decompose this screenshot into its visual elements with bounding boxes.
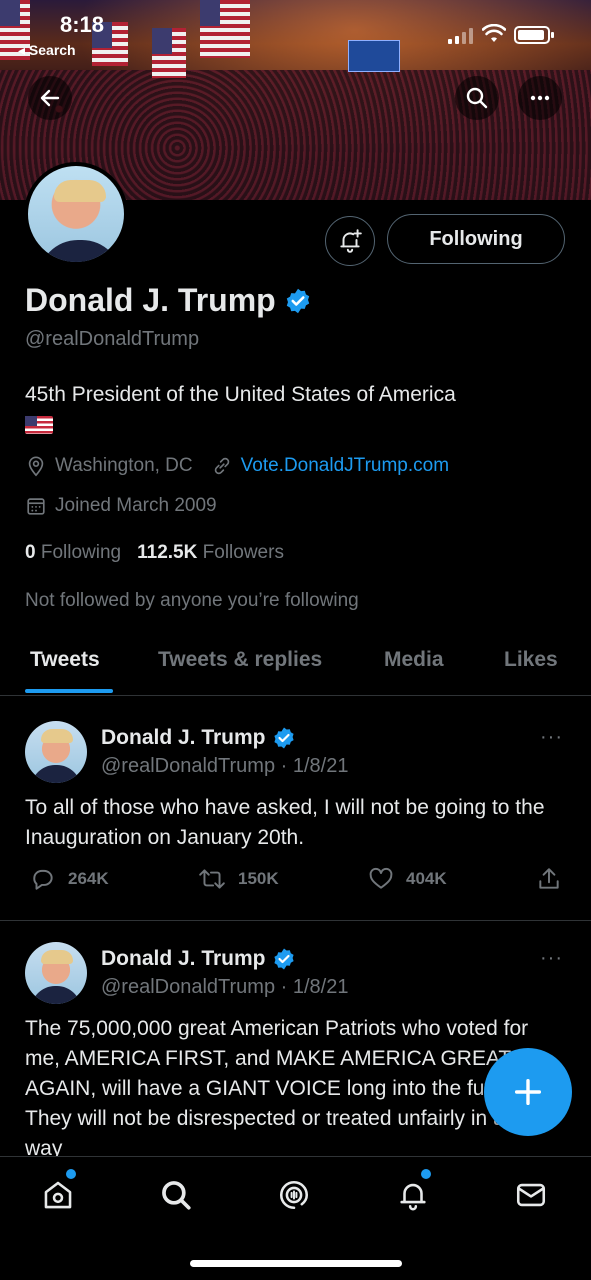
battery-icon [514,26,554,44]
heart-icon [369,867,393,889]
arrow-left-icon [40,89,60,107]
profile-bio-text: 45th President of the United States of A… [25,383,456,406]
tweet-actions: 264K 150K 404K [0,866,591,896]
tweet-more-button[interactable]: ··· [540,947,563,970]
more-icon [530,95,550,101]
profile-bio: 45th President of the United States of A… [25,380,570,443]
tweet-handle-date: @realDonaldTrump · 1/8/21 [101,755,349,777]
calendar-icon [27,498,45,515]
notifications-icon [400,1183,426,1211]
nav-messages[interactable] [511,1175,551,1215]
share-icon [539,868,559,889]
reply-button[interactable]: 264K [30,866,109,892]
tweet-avatar[interactable] [25,721,87,783]
follow-counts: 0 Following 112.5K Followers [25,542,284,564]
following-count-link[interactable]: 0 Following [25,542,121,564]
tab-tweets[interactable]: Tweets [30,648,100,672]
profile-website-link[interactable]: Vote.DonaldJTrump.com [241,455,449,477]
wifi-icon [482,24,506,44]
verified-badge-icon [273,727,294,749]
followers-count-link[interactable]: 112.5K Followers [137,542,284,564]
bell-plus-icon [340,229,362,253]
tweet-author[interactable]: Donald J. Trump [101,947,296,971]
notifications-unread-dot [421,1169,431,1179]
following-button[interactable]: Following [387,214,565,264]
retweet-icon [199,869,225,889]
back-to-search-link[interactable]: ◂ Search [18,42,76,59]
tab-likes[interactable]: Likes [504,648,558,672]
tweet-more-button[interactable]: ··· [540,726,563,749]
home-unread-dot [66,1169,76,1179]
compose-tweet-button[interactable] [484,1048,572,1136]
notifications-toggle-button[interactable] [325,216,375,266]
reply-icon [33,869,53,890]
profile-avatar[interactable] [24,162,128,266]
profile-location: Washington, DC [55,455,193,476]
tweet-text: To all of those who have asked, I will n… [25,796,545,849]
location-pin-icon [28,456,44,477]
profile-joined-row: Joined March 2009 [25,495,217,517]
status-bar: 8:18 ◂ Search [0,8,591,59]
retweet-button[interactable]: 150K [198,866,279,892]
nav-search[interactable] [156,1175,196,1215]
tweet-avatar[interactable] [25,942,87,1004]
home-icon [44,1181,72,1209]
messages-icon [516,1183,546,1207]
search-icon [162,1181,191,1210]
tab-media[interactable]: Media [384,648,444,672]
active-tab-indicator [25,689,113,693]
followers-you-know: Not followed by anyone you’re following [25,590,359,611]
search-icon [466,87,488,109]
link-icon [214,457,229,475]
profile-tabs: Tweets Tweets & replies Media Likes [0,636,591,696]
tweet-author[interactable]: Donald J. Trump [101,726,296,750]
plus-icon [514,1078,542,1106]
nav-home[interactable] [38,1169,78,1215]
tweet-divider [0,920,591,921]
clock: 8:18 [60,12,105,37]
profile-joined-date: Joined March 2009 [55,495,217,516]
profile-search-button[interactable] [455,76,499,120]
tweet-handle-date: @realDonaldTrump · 1/8/21 [101,976,349,998]
tab-tweets-and-replies[interactable]: Tweets & replies [158,648,322,672]
verified-badge-icon [273,948,294,970]
profile-name-text: Donald J. Trump [25,282,276,318]
cellular-signal-icon [448,28,476,44]
like-button[interactable]: 404K [368,866,447,892]
profile-name: Donald J. Trump [25,282,312,319]
verified-badge-icon [286,288,309,313]
profile-more-button[interactable] [518,76,562,120]
us-flag-emoji [25,416,53,434]
home-indicator[interactable] [190,1260,402,1267]
spaces-icon [279,1180,309,1210]
profile-meta-row: Washington, DC Vote.DonaldJTrump.com [25,455,449,477]
nav-notifications[interactable] [393,1169,433,1215]
back-button[interactable] [28,76,72,120]
nav-spaces[interactable] [274,1175,314,1215]
share-button[interactable] [536,866,562,892]
profile-handle: @realDonaldTrump [25,328,200,350]
